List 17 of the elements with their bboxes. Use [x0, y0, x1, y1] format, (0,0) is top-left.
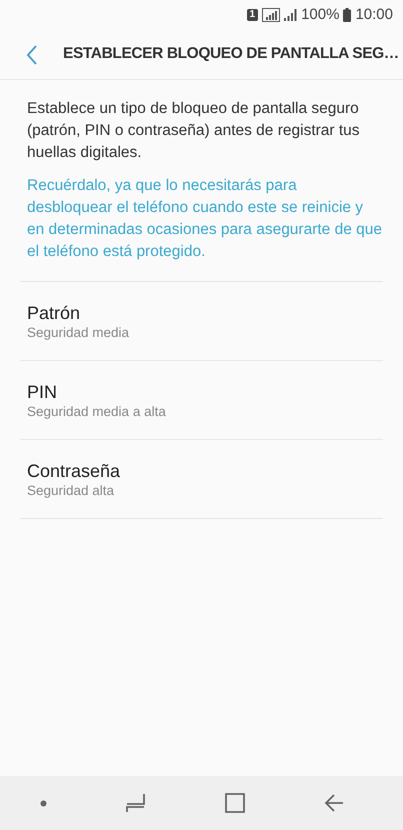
- screen-title: ESTABLECER BLOQUEO DE PANTALLA SEG…: [63, 45, 399, 64]
- sim-icon: 1: [246, 9, 258, 21]
- description-text: Establece un tipo de bloqueo de pantalla seguro (patrón, PIN o contraseña) antes de registrar tus huellas digitales.: [26, 99, 361, 163]
- battery-level: 100%: [301, 4, 340, 25]
- option-item[interactable]: PIN Seguridad media a alta: [20, 361, 383, 440]
- dot-icon[interactable]: [40, 800, 46, 806]
- signal-icon: [284, 9, 298, 21]
- note-text: Recuérdalo, ya que lo necesitarás para desbloquear el teléfono cuando este se reinicie y en determinadas ocasiones para asegurarte de que el teléfono está protegido.: [26, 176, 384, 262]
- recent-apps-icon[interactable]: [126, 793, 146, 813]
- back-icon[interactable]: [26, 44, 38, 64]
- home-icon[interactable]: [224, 793, 244, 813]
- signal-icon: [262, 8, 280, 22]
- battery-icon: [343, 8, 352, 22]
- clock: 10:00: [355, 4, 393, 25]
- back-icon[interactable]: [324, 793, 344, 813]
- option-item[interactable]: Contraseña Seguridad alta: [20, 440, 383, 519]
- option-item[interactable]: Patrón Seguridad media: [20, 282, 383, 361]
